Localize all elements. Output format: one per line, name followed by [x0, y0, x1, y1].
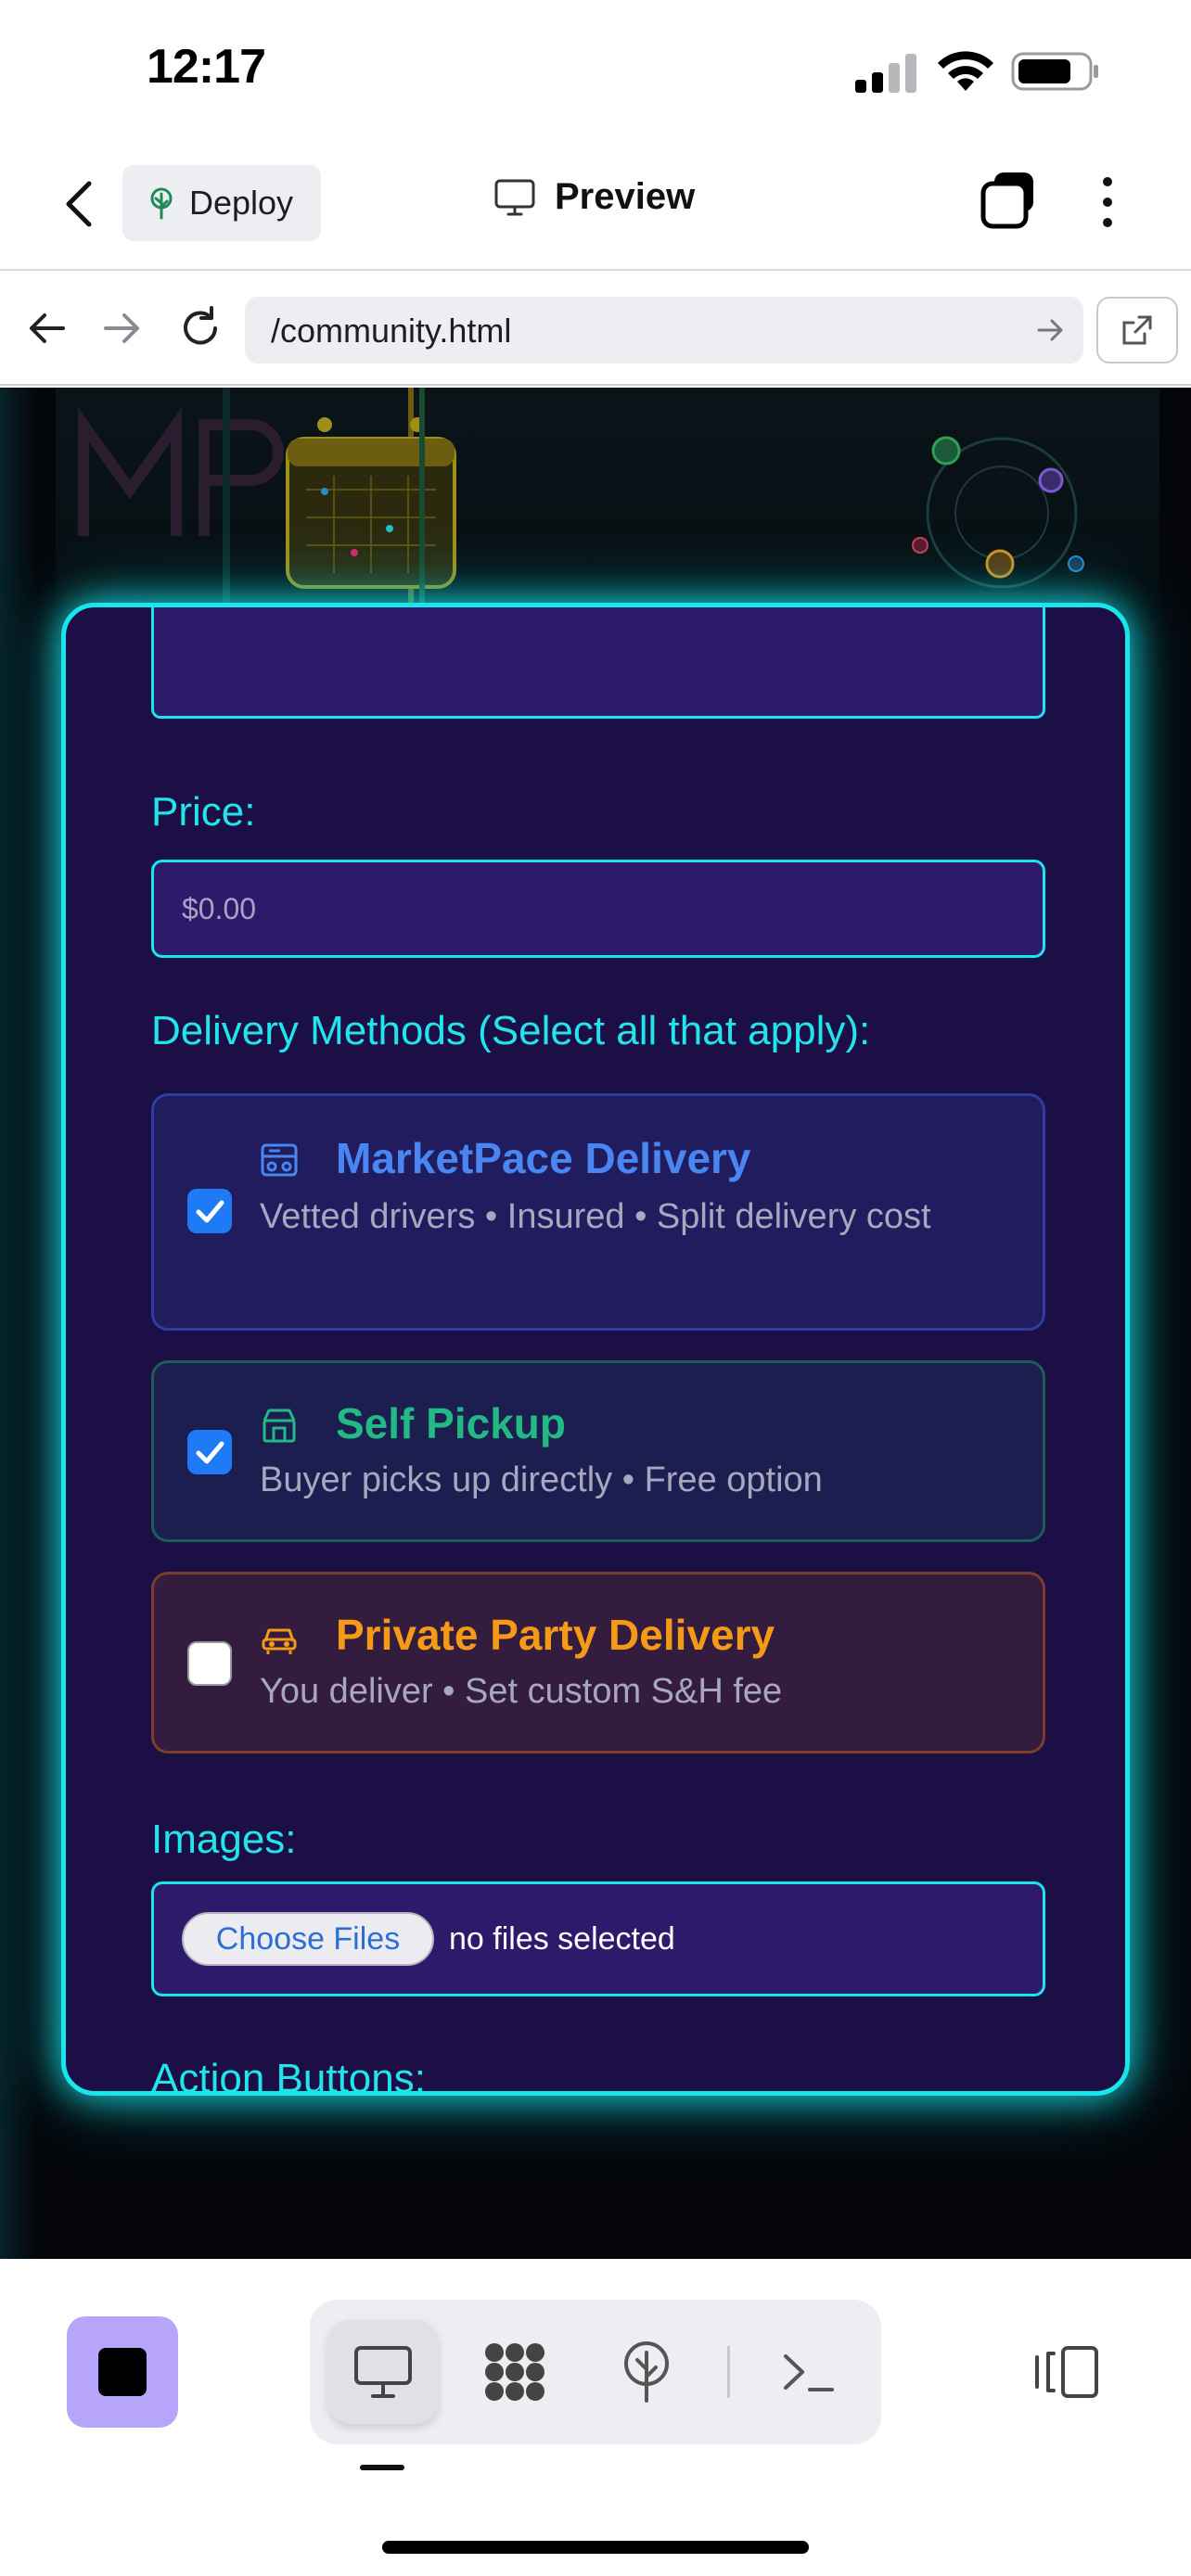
stop-icon: [98, 2348, 147, 2396]
browser-forward-icon[interactable]: [95, 300, 150, 356]
deploy-mode-button[interactable]: [592, 2320, 701, 2424]
monitor-icon: [494, 179, 535, 215]
marketpace-delivery-checkbox[interactable]: [187, 1189, 232, 1233]
app-toolbar: Deploy Preview: [0, 139, 1191, 271]
self-pickup-description: Buyer picks up directly • Free option: [260, 1460, 823, 1499]
images-label: Images:: [151, 1817, 297, 1862]
car-icon: [262, 1628, 297, 1654]
images-file-input[interactable]: Choose Files no files selected: [151, 1881, 1045, 1996]
private-party-title: Private Party Delivery: [336, 1611, 775, 1659]
reload-icon[interactable]: [173, 300, 228, 356]
checkmark-icon: [196, 1441, 224, 1464]
choose-files-button[interactable]: Choose Files: [182, 1912, 434, 1966]
deploy-button[interactable]: Deploy: [122, 165, 321, 241]
page-header-graphics: [56, 388, 1159, 610]
home-indicator: [382, 2541, 809, 2554]
delivery-option-marketpace[interactable]: MarketPace Delivery Vetted drivers • Ins…: [151, 1093, 1045, 1331]
ai-sparkle-icon: [485, 2343, 544, 2401]
cellular-signal-icon: [855, 54, 916, 93]
deploy-tree-icon: [150, 187, 173, 220]
preview-mode-button[interactable]: [328, 2320, 438, 2424]
price-input[interactable]: [151, 860, 1045, 958]
active-mode-indicator: [360, 2465, 404, 2470]
background-glow: [0, 388, 37, 2259]
description-textarea[interactable]: [151, 607, 1045, 719]
wifi-icon: [938, 51, 993, 91]
mode-switcher: [310, 2300, 881, 2444]
listing-form-card: Price: Delivery Methods (Select all that…: [61, 603, 1130, 2096]
more-options-icon[interactable]: [1093, 172, 1122, 232]
console-mode-button[interactable]: [753, 2320, 863, 2424]
preview-label: Preview: [555, 176, 696, 217]
url-text: /community.html: [271, 312, 512, 350]
header-decoration-graphic: [78, 388, 1084, 610]
browser-back-icon[interactable]: [19, 300, 74, 356]
go-arrow-icon[interactable]: [1033, 313, 1067, 347]
terminal-icon: [784, 2354, 834, 2391]
checkmark-icon: [196, 1200, 224, 1223]
preview-title: Preview: [493, 176, 695, 218]
deploy-tree-icon: [624, 2341, 669, 2403]
back-chevron-icon[interactable]: [56, 176, 102, 232]
self-pickup-title: Self Pickup: [336, 1399, 566, 1447]
private-party-description: You deliver • Set custom S&H fee: [260, 1672, 783, 1711]
deploy-label: Deploy: [189, 184, 294, 222]
open-external-button[interactable]: [1096, 297, 1178, 363]
delivery-option-self-pickup[interactable]: Self Pickup Buyer picks up directly • Fr…: [151, 1360, 1045, 1542]
tabs-icon[interactable]: [978, 169, 1039, 230]
private-party-checkbox[interactable]: [187, 1641, 232, 1686]
delivery-option-private-party[interactable]: Private Party Delivery You deliver • Set…: [151, 1572, 1045, 1753]
status-time: 12:17: [147, 40, 266, 94]
sidebar-toggle-icon[interactable]: [1033, 2342, 1102, 2402]
status-bar: 12:17: [0, 0, 1191, 139]
price-label: Price:: [151, 789, 256, 835]
no-files-text: no files selected: [449, 1921, 675, 1957]
store-icon: [263, 1409, 296, 1443]
ai-mode-button[interactable]: [460, 2320, 570, 2424]
stop-button[interactable]: [67, 2316, 178, 2428]
delivery-methods-label: Delivery Methods (Select all that apply)…: [151, 1008, 871, 1053]
bottom-toolbar: [0, 2259, 1191, 2576]
truck-icon: [261, 1143, 298, 1177]
action-buttons-label: Action Buttons:: [151, 2056, 426, 2096]
monitor-icon: [354, 2346, 412, 2398]
external-link-icon: [1122, 315, 1152, 345]
marketpace-delivery-title: MarketPace Delivery: [336, 1134, 751, 1182]
battery-icon: [1011, 52, 1098, 91]
web-preview: Price: Delivery Methods (Select all that…: [0, 388, 1191, 2259]
browser-url-row: /community.html: [0, 273, 1191, 386]
mode-separator: [727, 2346, 730, 2398]
self-pickup-checkbox[interactable]: [187, 1430, 232, 1474]
marketpace-delivery-description: Vetted drivers • Insured • Split deliver…: [260, 1197, 931, 1236]
url-field[interactable]: /community.html: [245, 297, 1083, 363]
